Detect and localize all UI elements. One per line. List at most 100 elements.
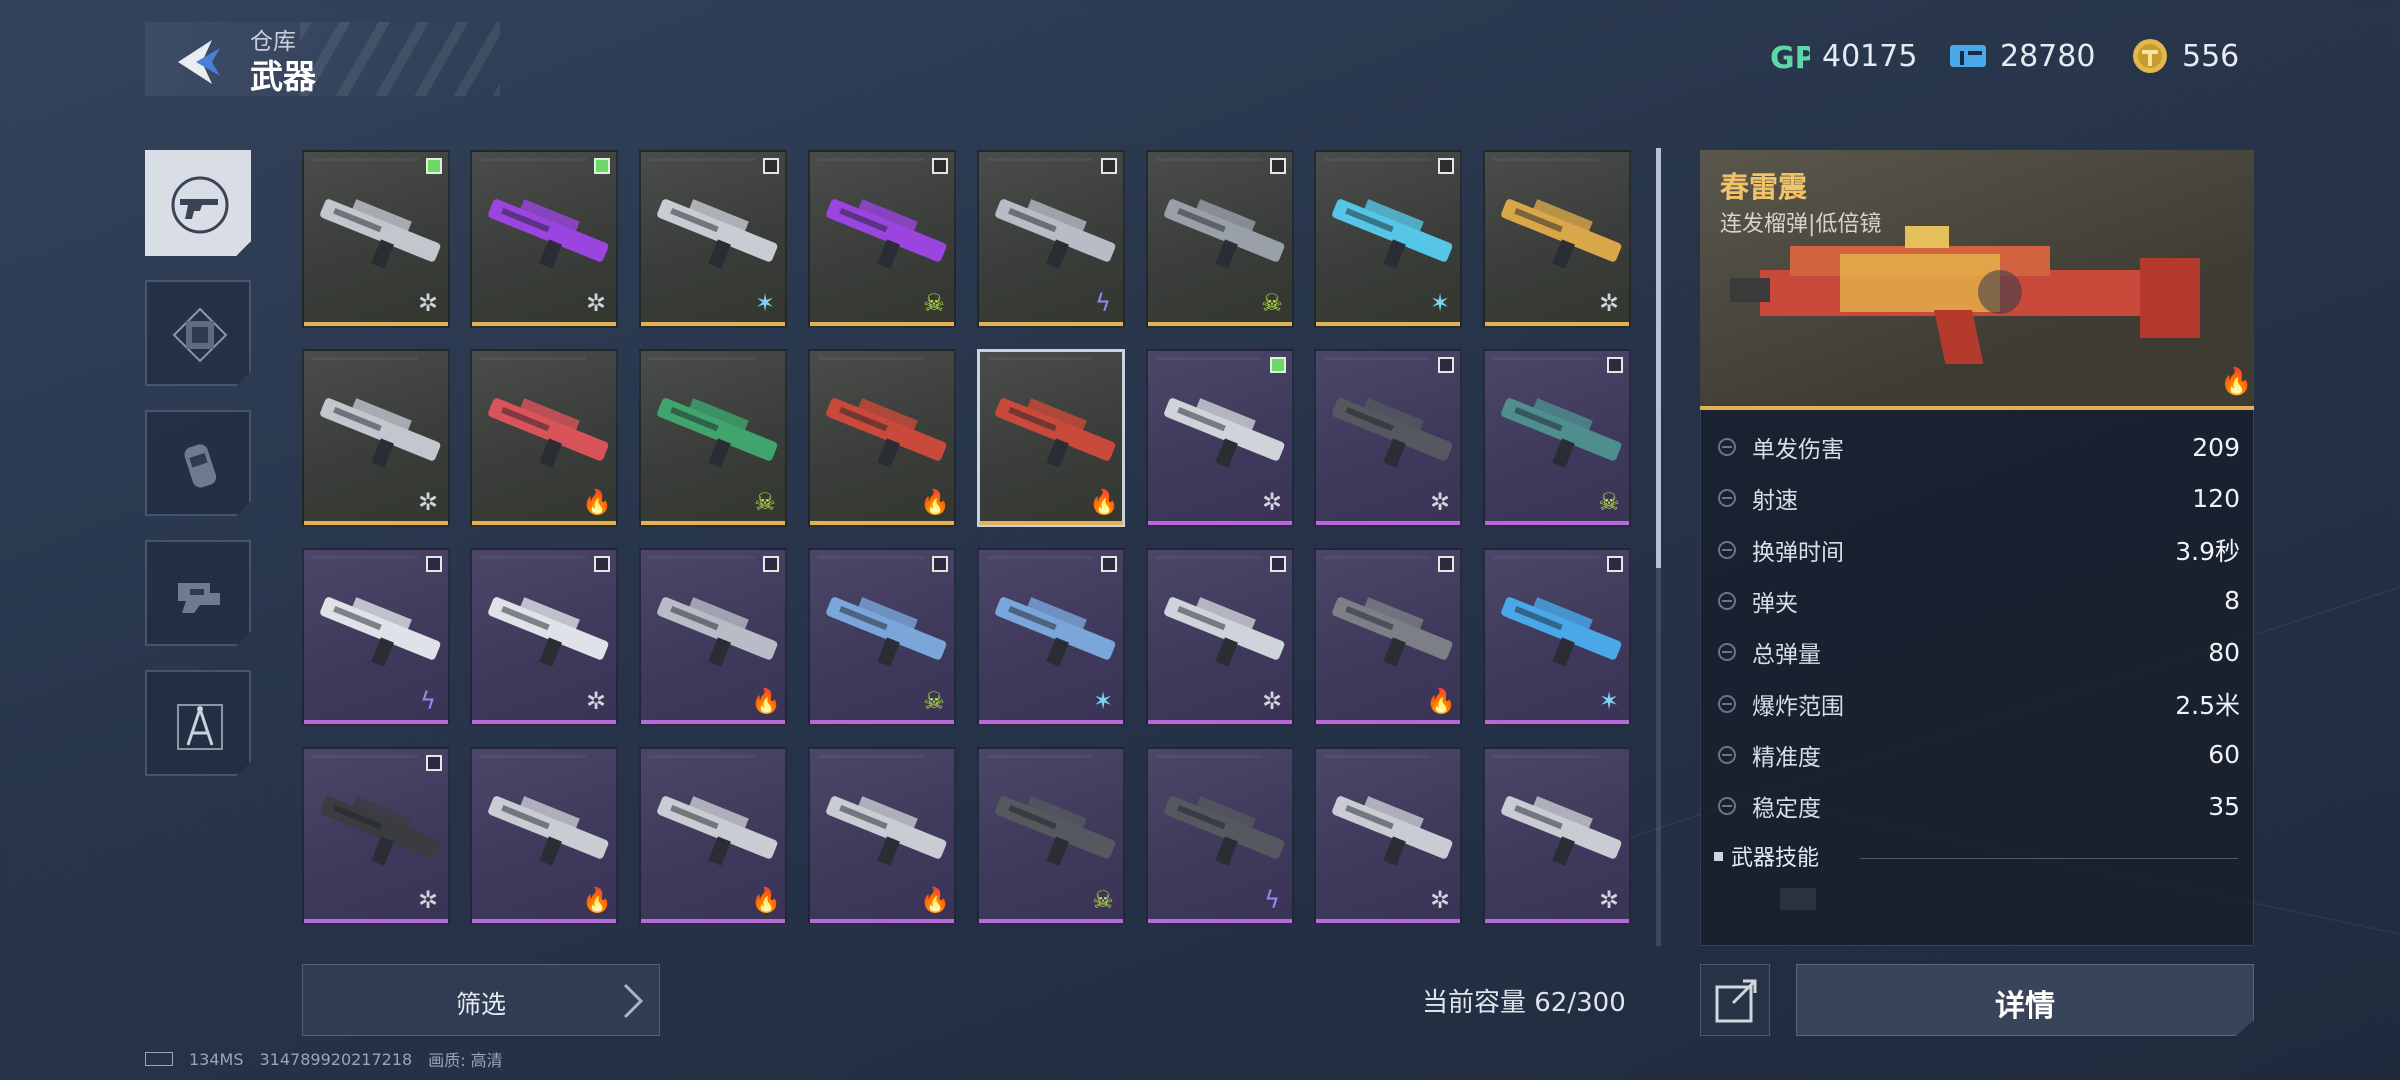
share-icon xyxy=(1715,979,1757,1023)
weapon-card[interactable]: ✶ xyxy=(639,150,787,328)
card-header-text xyxy=(1324,357,1430,360)
weapon-card[interactable]: ϟ xyxy=(977,150,1125,328)
weapon-card[interactable]: ϟ xyxy=(302,548,450,726)
select-checkbox[interactable] xyxy=(763,158,779,174)
currency-ticket: 28780 xyxy=(1948,34,2095,78)
select-checkbox[interactable] xyxy=(426,158,442,174)
capacity-text: 当前容量 62/300 xyxy=(1422,988,1626,1018)
category-tab-canister[interactable] xyxy=(145,410,251,516)
weapon-card[interactable]: ☠ xyxy=(1146,150,1294,328)
category-tab-tool[interactable] xyxy=(145,670,251,776)
category-tab-hand[interactable] xyxy=(145,540,251,646)
scrollbar-thumb[interactable] xyxy=(1656,148,1661,568)
currency-gold-value: 556 xyxy=(2182,38,2240,74)
card-header-text xyxy=(480,755,586,758)
weapon-card[interactable]: ✲ xyxy=(470,548,618,726)
card-header-text xyxy=(818,158,924,161)
weapon-card[interactable]: ✶ xyxy=(977,548,1125,726)
quality-text: 画质: 高清 xyxy=(428,1051,503,1070)
weapon-card[interactable]: ☠ xyxy=(639,349,787,527)
element-icon: 🔥 xyxy=(582,886,612,914)
weapon-card[interactable]: ☠ xyxy=(1483,349,1631,527)
rarity-bar xyxy=(1485,919,1629,923)
weapon-card[interactable]: ✲ xyxy=(1483,150,1631,328)
category-tab-frame[interactable] xyxy=(145,280,251,386)
select-checkbox[interactable] xyxy=(932,158,948,174)
card-header-text xyxy=(1493,158,1599,161)
weapon-image xyxy=(1332,597,1453,667)
weapon-card[interactable]: ✲ xyxy=(302,150,450,328)
weapon-card[interactable]: 🔥 xyxy=(470,349,618,527)
rarity-bar xyxy=(1316,919,1460,923)
stat-label: 换弹时间 xyxy=(1752,539,1844,566)
weapon-card[interactable]: ☠ xyxy=(808,548,956,726)
card-header-text xyxy=(480,556,586,559)
select-checkbox[interactable] xyxy=(426,556,442,572)
weapon-card[interactable]: 🔥 xyxy=(808,349,956,527)
uid-text: 314789920217218 xyxy=(259,1049,413,1069)
weapon-image xyxy=(826,597,947,667)
stat-value: 8 xyxy=(2224,586,2240,616)
magazine-icon xyxy=(1716,590,1738,612)
element-icon: ✲ xyxy=(1429,488,1451,516)
share-button[interactable] xyxy=(1700,964,1770,1036)
grenade-icon xyxy=(184,444,217,488)
weapon-image xyxy=(488,796,609,866)
weapon-card[interactable]: 🔥 xyxy=(470,747,618,925)
select-checkbox[interactable] xyxy=(594,158,610,174)
stability-icon xyxy=(1716,795,1738,817)
weapon-card[interactable]: ✲ xyxy=(1314,747,1462,925)
back-chevron-icon[interactable] xyxy=(172,36,224,88)
weapon-image xyxy=(488,398,609,468)
weapon-card[interactable]: ☠ xyxy=(808,150,956,328)
select-checkbox[interactable] xyxy=(1270,158,1286,174)
select-checkbox[interactable] xyxy=(1607,556,1623,572)
weapon-card[interactable]: 🔥 xyxy=(1314,548,1462,726)
select-checkbox[interactable] xyxy=(1438,556,1454,572)
select-checkbox[interactable] xyxy=(763,556,779,572)
card-header-text xyxy=(1493,755,1599,758)
card-header-text xyxy=(312,556,418,559)
weapon-card[interactable]: ✲ xyxy=(1146,548,1294,726)
battery-icon xyxy=(145,1052,173,1066)
weapon-card[interactable]: ϟ xyxy=(1146,747,1294,925)
weapon-card[interactable]: ✲ xyxy=(470,150,618,328)
element-icon: ϟ xyxy=(1264,886,1280,914)
weapon-card[interactable]: 🔥 xyxy=(639,548,787,726)
element-icon: 🔥 xyxy=(920,886,950,914)
weapon-skill-slot[interactable] xyxy=(1780,888,1816,910)
select-checkbox[interactable] xyxy=(426,755,442,771)
select-checkbox[interactable] xyxy=(932,556,948,572)
select-checkbox[interactable] xyxy=(1101,556,1117,572)
weapon-image xyxy=(826,199,947,269)
weapon-card[interactable]: 🔥 xyxy=(639,747,787,925)
rarity-bar xyxy=(641,919,785,923)
select-checkbox[interactable] xyxy=(1270,357,1286,373)
select-checkbox[interactable] xyxy=(1101,158,1117,174)
weapon-card[interactable]: ✶ xyxy=(1483,548,1631,726)
weapon-card[interactable]: ✲ xyxy=(1314,349,1462,527)
weapon-card[interactable]: 🔥 xyxy=(977,349,1125,527)
weapon-card[interactable]: ✲ xyxy=(1483,747,1631,925)
select-checkbox[interactable] xyxy=(1270,556,1286,572)
select-checkbox[interactable] xyxy=(1607,357,1623,373)
weapon-card[interactable]: ✲ xyxy=(302,349,450,527)
select-checkbox[interactable] xyxy=(1438,357,1454,373)
select-checkbox[interactable] xyxy=(1438,158,1454,174)
stat-row: 总弹量 80 xyxy=(1714,629,2240,675)
weapon-card[interactable]: 🔥 xyxy=(808,747,956,925)
divider xyxy=(1860,858,2238,859)
header-stripes xyxy=(300,22,500,96)
weapon-card[interactable]: ✲ xyxy=(1146,349,1294,527)
weapon-card[interactable]: ✲ xyxy=(302,747,450,925)
card-header-text xyxy=(1324,755,1430,758)
details-button[interactable]: 详情 xyxy=(1796,964,2254,1036)
filter-button[interactable]: 筛选 xyxy=(302,964,660,1036)
stat-row: 精准度 60 xyxy=(1714,732,2240,778)
category-tab-weapon[interactable] xyxy=(145,150,251,256)
select-checkbox[interactable] xyxy=(594,556,610,572)
weapon-card[interactable]: ☠ xyxy=(977,747,1125,925)
reload-icon xyxy=(1716,539,1738,561)
element-icon: ✲ xyxy=(585,289,607,317)
weapon-card[interactable]: ✶ xyxy=(1314,150,1462,328)
